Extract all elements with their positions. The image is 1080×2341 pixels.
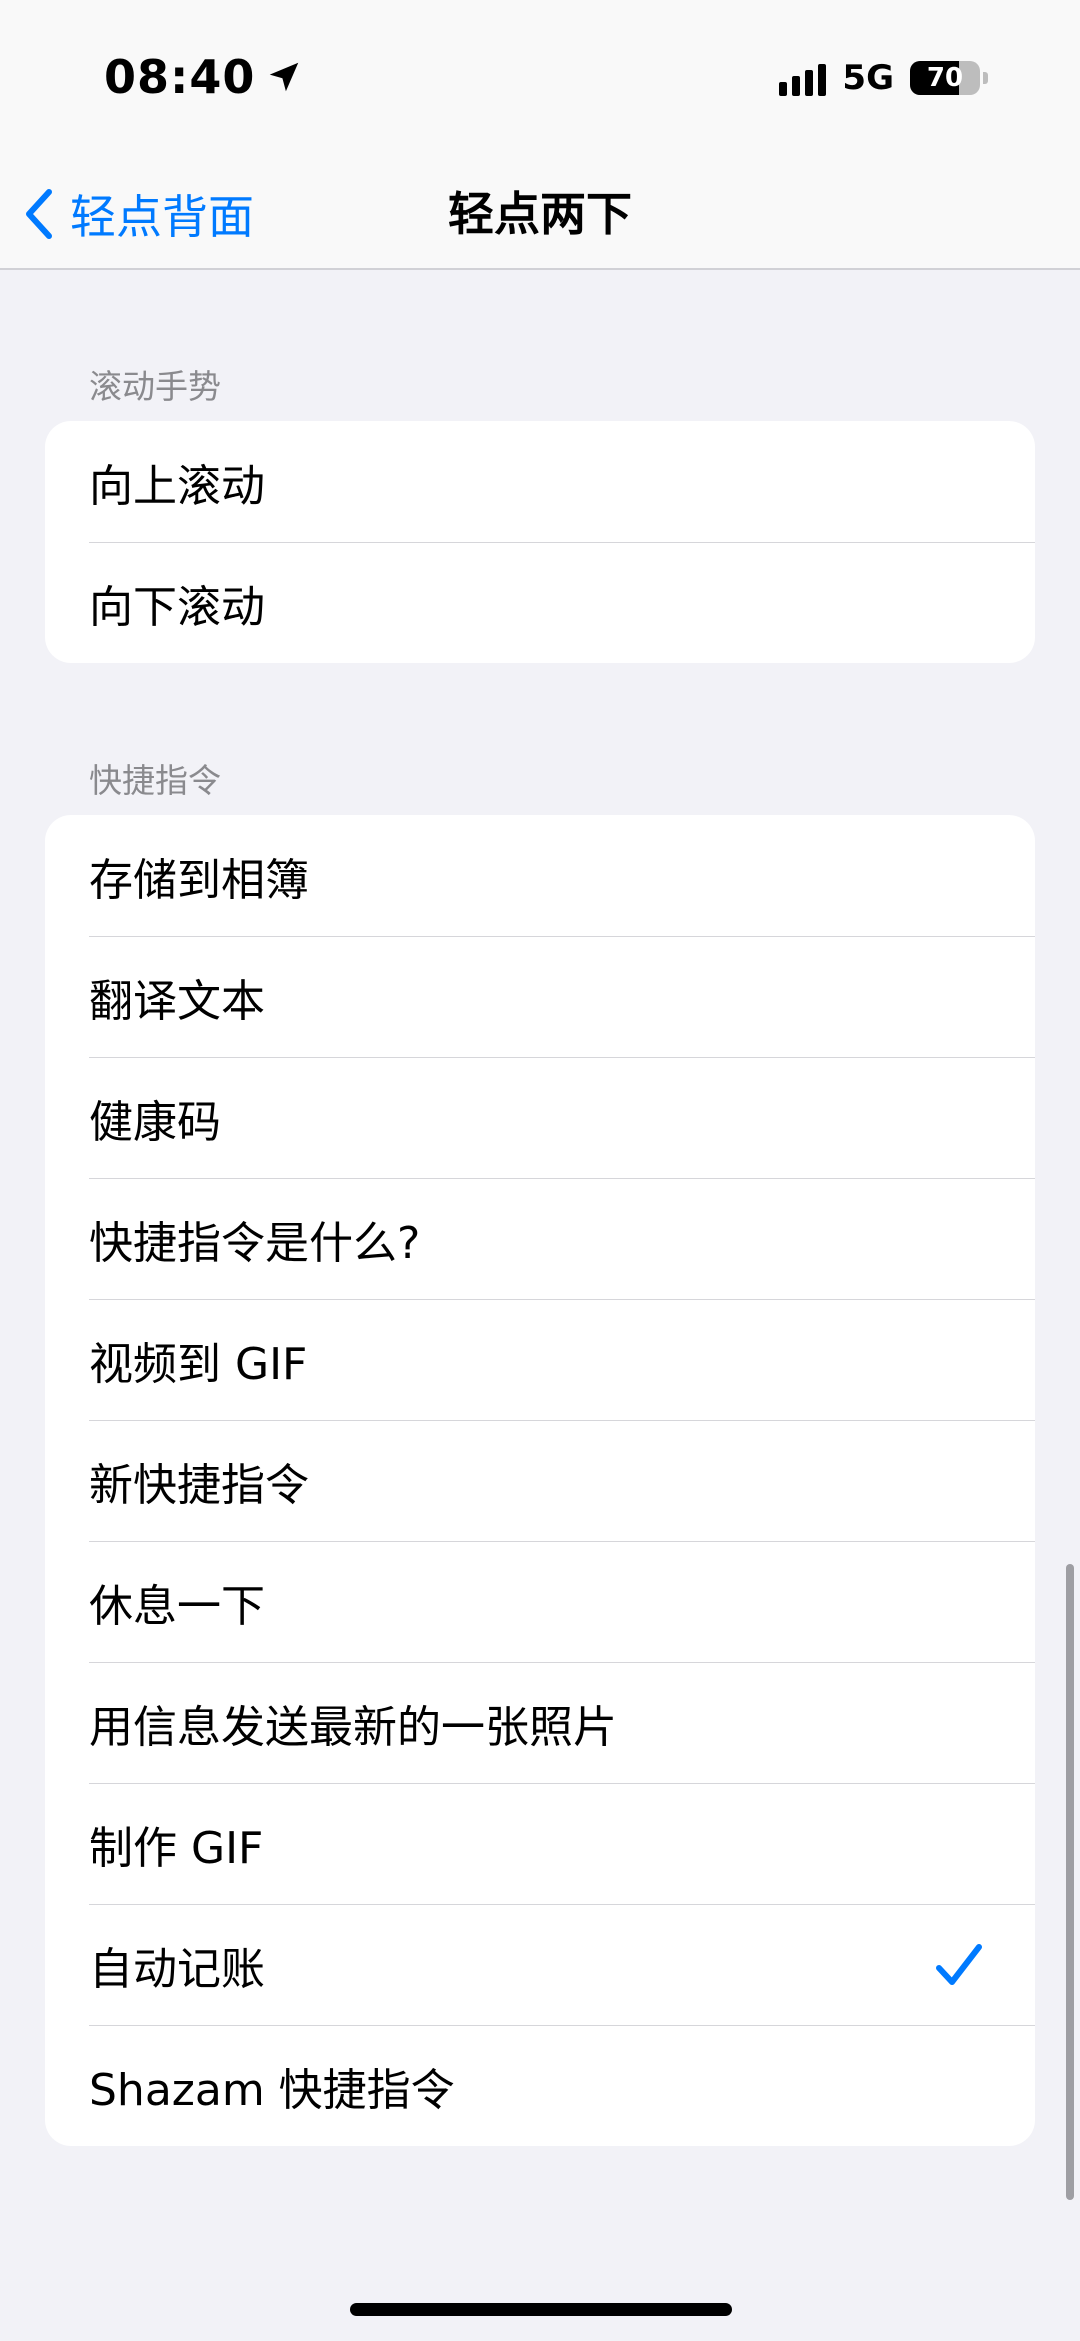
list-item-label: 快捷指令是什么? [89,1217,421,1269]
list-item-shazam-shortcut[interactable]: Shazam 快捷指令 [45,2025,1035,2146]
list-item-save-to-album[interactable]: 存储到相簿 [45,815,1035,936]
list-item-label: 存储到相簿 [89,854,309,906]
list-item-label: 新快捷指令 [89,1459,309,1511]
scroll-indicator[interactable] [1066,1564,1074,2200]
battery-nub [983,72,988,84]
location-arrow-icon [270,62,299,92]
status-time: 08:40 [104,50,256,104]
section-header-scroll-gestures: 滚动手势 [89,367,221,406]
status-bar: 08:40 5G 70 [0,0,1080,160]
list-item-label: 向下滚动 [89,581,265,633]
list-item-label: 视频到 GIF [89,1338,308,1390]
network-type: 5G [842,58,894,98]
list-item-label: 翻译文本 [89,975,265,1027]
list-item-what-is-shortcuts[interactable]: 快捷指令是什么? [45,1178,1035,1299]
navigation-bar: 轻点两下 轻点背面 [0,160,1080,270]
scroll-gestures-list: 向上滚动 向下滚动 [45,421,1035,663]
list-item-auto-bookkeeping[interactable]: 自动记账 [45,1904,1035,2025]
list-item-label: 用信息发送最新的一张照片 [89,1701,617,1753]
list-item-label: 制作 GIF [89,1822,264,1874]
checkmark-icon [936,1944,982,1985]
list-item-take-a-break[interactable]: 休息一下 [45,1541,1035,1662]
back-button[interactable]: 轻点背面 [22,176,254,252]
status-indicators: 5G 70 [779,58,988,98]
battery-icon: 70 [910,61,980,95]
chevron-left-icon [26,189,52,239]
list-item-health-code[interactable]: 健康码 [45,1057,1035,1178]
list-item-video-to-gif[interactable]: 视频到 GIF [45,1299,1035,1420]
battery-level: 70 [926,63,964,93]
list-item-scroll-down[interactable]: 向下滚动 [45,542,1035,663]
cellular-signal-icon [779,60,827,96]
list-item-send-latest-photo[interactable]: 用信息发送最新的一张照片 [45,1662,1035,1783]
section-header-shortcuts: 快捷指令 [89,761,221,800]
list-item-scroll-up[interactable]: 向上滚动 [45,421,1035,542]
list-item-label: 自动记账 [89,1943,265,1995]
list-item-label: 健康码 [89,1096,221,1148]
list-item-new-shortcut[interactable]: 新快捷指令 [45,1420,1035,1541]
back-button-label: 轻点背面 [70,190,254,244]
list-item-translate-text[interactable]: 翻译文本 [45,936,1035,1057]
shortcuts-list: 存储到相簿 翻译文本 健康码 快捷指令是什么? 视频到 GIF 新快捷指令 休息… [45,815,1035,2146]
list-item-label: 向上滚动 [89,460,265,512]
list-item-label: 休息一下 [89,1580,265,1632]
list-item-label: Shazam 快捷指令 [89,2064,455,2116]
list-item-make-gif[interactable]: 制作 GIF [45,1783,1035,1904]
home-indicator[interactable] [350,2303,732,2316]
status-time-group: 08:40 [104,50,303,104]
